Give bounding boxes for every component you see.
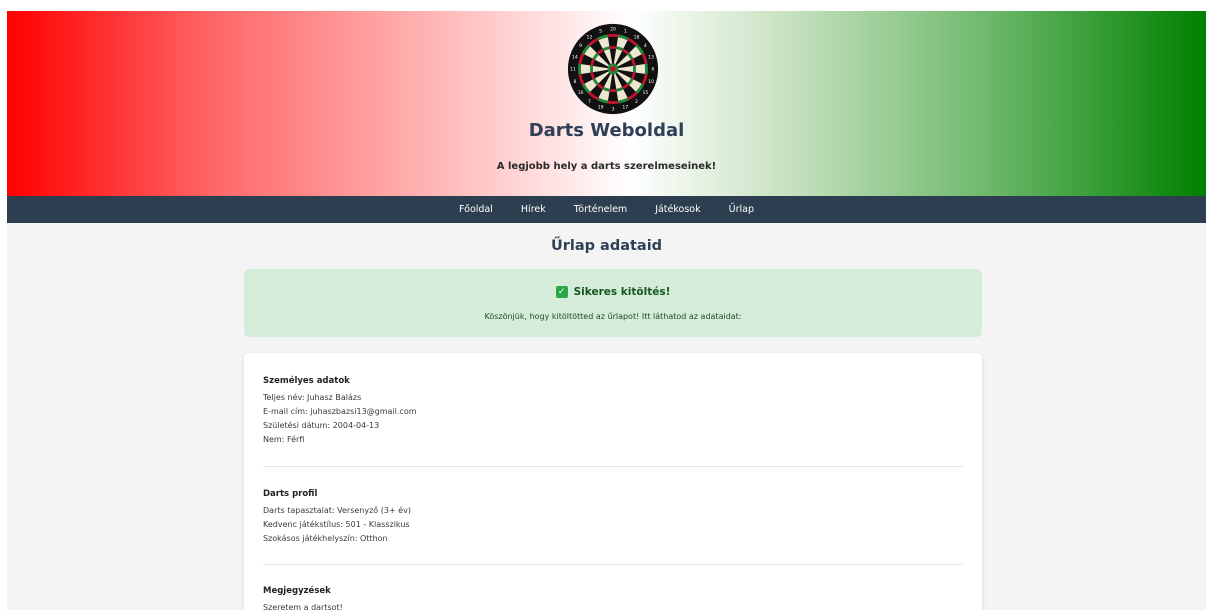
svg-text:18: 18 <box>634 34 640 40</box>
svg-text:19: 19 <box>598 105 604 111</box>
field-full-name: Teljes név: Juhasz Balázs <box>263 393 362 402</box>
section-title: Megjegyzések <box>263 586 331 596</box>
svg-text:15: 15 <box>642 90 648 96</box>
field-email: E-mail cím: juhaszbazsi13@gmail.com <box>263 407 417 416</box>
svg-text:11: 11 <box>570 67 576 73</box>
svg-text:2: 2 <box>635 99 638 105</box>
section-divider <box>263 466 963 467</box>
nav-link-jatekosok[interactable]: Játékosok <box>655 204 700 215</box>
svg-text:7: 7 <box>588 99 591 105</box>
svg-text:16: 16 <box>578 90 584 96</box>
svg-text:1: 1 <box>624 29 627 35</box>
field-gender: Nem: Férfi <box>263 435 305 444</box>
field-notes: Szeretem a dartsot! <box>263 603 343 610</box>
success-title: Sikeres kitöltés! <box>573 286 671 298</box>
check-icon: ✓ <box>555 286 568 298</box>
svg-text:17: 17 <box>622 105 628 111</box>
success-title-row: ✓ Sikeres kitöltés! <box>244 286 982 298</box>
svg-text:12: 12 <box>587 34 593 40</box>
page-heading: Űrlap adataid <box>550 238 663 254</box>
svg-text:8: 8 <box>573 79 576 85</box>
svg-text:14: 14 <box>572 54 578 60</box>
section-darts-profile: Darts profil Darts tapasztalat: Versenyz… <box>263 489 963 546</box>
section-notes: Megjegyzések Szeretem a dartsot! <box>263 586 963 610</box>
site-title: Darts Weboldal <box>528 120 685 141</box>
field-venue: Szokásos játékhelyszín: Otthon <box>263 534 388 543</box>
success-alert: ✓ Sikeres kitöltés! Köszönjük, hogy kitö… <box>244 269 982 337</box>
svg-text:10: 10 <box>648 79 654 85</box>
dartboard-icon: 20 1 18 413 6 1015 2 17 3 19 7 168 11 149 12 5 <box>567 23 659 115</box>
svg-text:4: 4 <box>644 43 647 49</box>
svg-text:13: 13 <box>648 54 654 60</box>
page: 20 1 18 4 13 6 10 15 2 17 3 19 7 16 8 11 14 9 12 5 Darts We… <box>7 11 1206 610</box>
main-navbar: Főoldal Hírek Történelem Játékosok Űrlap <box>7 196 1206 223</box>
nav-link-urlap[interactable]: Űrlap <box>729 204 754 215</box>
nav-link-fooldal[interactable]: Főoldal <box>459 204 493 215</box>
form-data-card: Személyes adatok Teljes név: Juhasz Balá… <box>244 353 982 610</box>
svg-text:6: 6 <box>652 67 655 73</box>
field-favorite-style: Kedvenc játékstílus: 501 - Klasszikus <box>263 520 410 529</box>
svg-text:9: 9 <box>579 43 582 49</box>
site-tagline: A legjobb hely a darts szerelmeseinek! <box>496 161 717 172</box>
section-personal-data: Személyes adatok Teljes név: Juhasz Balá… <box>263 376 963 447</box>
section-title: Személyes adatok <box>263 376 350 386</box>
nav-link-hirek[interactable]: Hírek <box>521 204 546 215</box>
section-divider <box>263 564 963 565</box>
svg-text:5: 5 <box>599 29 602 35</box>
nav-link-tortenelem[interactable]: Történelem <box>574 204 627 215</box>
svg-text:3: 3 <box>612 107 615 113</box>
svg-text:20: 20 <box>610 27 616 33</box>
hero-banner: 20 1 18 4 13 6 10 15 2 17 3 19 7 16 8 11 14 9 12 5 Darts We… <box>7 11 1206 196</box>
nav-items: Főoldal Hírek Történelem Játékosok Űrlap <box>7 196 1206 223</box>
field-experience: Darts tapasztalat: Versenyző (3+ év) <box>263 506 411 515</box>
section-title: Darts profil <box>263 489 318 499</box>
field-birth-date: Születési dátum: 2004-04-13 <box>263 421 380 430</box>
success-message: Köszönjük, hogy kitöltötted az űrlapot! … <box>484 312 742 321</box>
